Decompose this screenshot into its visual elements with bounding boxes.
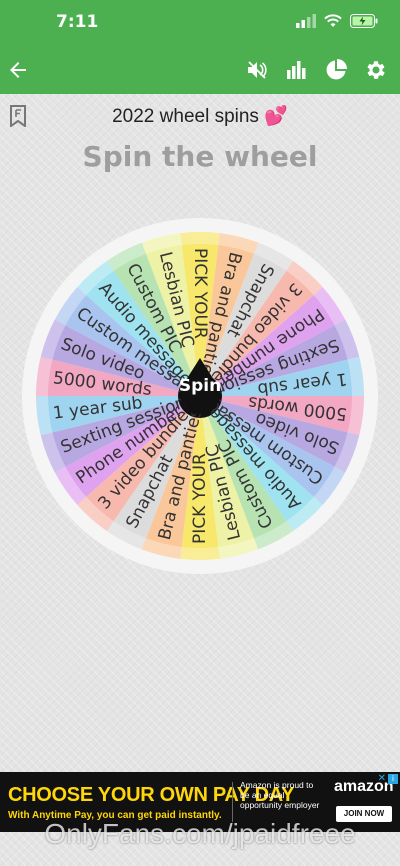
battery-charging-icon [350, 14, 378, 28]
bar-chart-icon[interactable] [284, 58, 308, 82]
app-toolbar [0, 46, 400, 94]
arrow-left-icon[interactable] [6, 58, 30, 82]
gear-icon[interactable] [364, 58, 388, 82]
wheel-graphic[interactable]: PICK YOURBra and pantiesSnapchat3 video … [20, 216, 380, 576]
pie-chart-icon[interactable] [324, 58, 348, 82]
ad-info-icon[interactable]: i [388, 774, 398, 784]
signal-icon [296, 14, 316, 28]
spin-label[interactable]: Spin [179, 376, 221, 396]
wifi-icon [324, 14, 342, 27]
ad-copy: Amazon is proud to be an equal opportuni… [240, 780, 320, 810]
ad-close-icon[interactable]: ✕ [378, 773, 386, 784]
status-icons [296, 14, 378, 28]
ad-divider [232, 782, 233, 822]
spin-heading: Spin the wheel [82, 140, 318, 173]
status-time: 7:11 [56, 12, 99, 32]
wheel-segment-edge [180, 232, 220, 246]
watermark: OnlyFans.com/jpaidfreee [44, 818, 356, 849]
wheel-segment-label: PICK YOUR [190, 453, 210, 544]
wheel-segment-edge [180, 546, 220, 560]
wheel-title: 2022 wheel spins 💕 [112, 106, 288, 127]
volume-mute-icon[interactable] [245, 58, 269, 82]
spin-wheel[interactable]: PICK YOUR Bra and panties Snapchat 3 video … [20, 216, 380, 576]
status-bar: 7:11 [0, 0, 400, 46]
title-row: 2022 wheel spins 💕 [0, 100, 400, 132]
